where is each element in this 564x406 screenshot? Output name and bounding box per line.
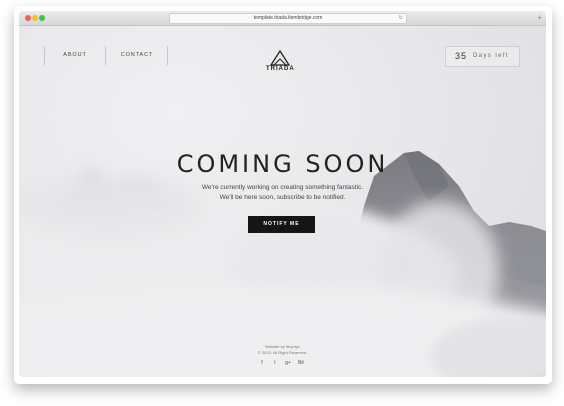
twitter-icon[interactable]: t — [271, 359, 279, 367]
new-tab-icon[interactable]: + — [537, 11, 542, 25]
hero-subtitle-line1: We're currently working on creating some… — [201, 184, 364, 191]
nav-about[interactable]: ABOUT — [44, 46, 106, 65]
logo[interactable]: TRIADA — [266, 49, 295, 78]
mountain-fog-background — [19, 151, 546, 377]
logo-text: TRIADA — [266, 66, 295, 72]
browser-titlebar: template.triada.itembridge.com ↻ + — [19, 11, 546, 26]
footer-credit: Website by Ithyntyn — [265, 344, 300, 349]
address-bar[interactable]: template.triada.itembridge.com ↻ — [169, 13, 407, 24]
reload-icon[interactable]: ↻ — [399, 14, 403, 23]
notify-me-button[interactable]: NOTIFY ME — [248, 216, 315, 233]
maximize-window-button[interactable] — [39, 15, 45, 21]
social-links: f t g+ Bē — [258, 359, 308, 367]
hero-subtitle-line2: We'll be here soon, subscribe to be noti… — [219, 194, 346, 201]
nav-contact[interactable]: CONTACT — [107, 46, 168, 65]
nav-about-label: ABOUT — [63, 52, 87, 58]
minimize-window-button[interactable] — [32, 15, 38, 21]
page-viewport: ABOUT CONTACT TRIADA 35 Days left COMING… — [19, 26, 546, 377]
countdown-number: 35 — [455, 51, 468, 61]
countdown-box: 35 Days left — [445, 46, 520, 67]
footer-copyright: © 2015. All Right Reserved. — [257, 350, 308, 355]
page-title: COMING SOON — [176, 150, 389, 178]
behance-icon[interactable]: Bē — [297, 359, 305, 367]
triangle-mountain-icon — [269, 49, 291, 66]
close-window-button[interactable] — [25, 15, 31, 21]
nav-contact-label: CONTACT — [120, 52, 154, 58]
countdown-label: Days left — [473, 53, 509, 59]
facebook-icon[interactable]: f — [258, 359, 266, 367]
url-text: template.triada.itembridge.com — [253, 15, 323, 21]
googleplus-icon[interactable]: g+ — [284, 359, 292, 367]
browser-window: template.triada.itembridge.com ↻ + ABOUT… — [19, 11, 546, 377]
